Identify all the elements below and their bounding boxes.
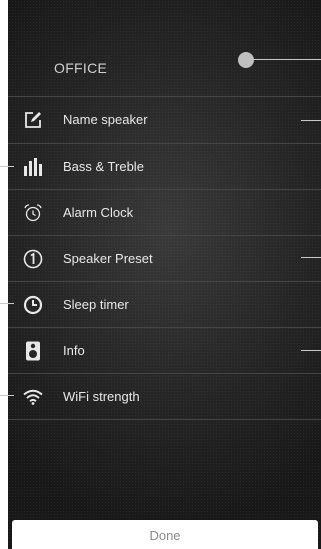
menu-item-bass-treble[interactable]: Bass & Treble [8, 144, 321, 190]
menu-item-sleep-timer[interactable]: Sleep timer [8, 282, 321, 328]
menu-item-label: Info [63, 343, 85, 358]
menu-item-label: Sleep timer [63, 297, 129, 312]
equalizer-icon [23, 157, 43, 177]
settings-screen: OFFICE Name speaker Bass & Treble Alarm … [0, 0, 321, 549]
clock-icon [23, 295, 43, 315]
callout-line [301, 120, 321, 121]
menu-item-label: Bass & Treble [63, 159, 144, 174]
preset-one-icon [23, 249, 43, 269]
menu-item-label: Speaker Preset [63, 251, 153, 266]
callout-line [250, 59, 321, 60]
menu-item-info[interactable]: Info [8, 328, 321, 374]
callout-line [301, 257, 321, 258]
menu-item-label: Alarm Clock [63, 205, 134, 220]
alarm-clock-icon [23, 203, 43, 223]
wifi-icon [23, 387, 43, 407]
edit-icon [23, 110, 43, 130]
menu-item-speaker-preset[interactable]: Speaker Preset [8, 236, 321, 282]
speaker-room-title: OFFICE [54, 60, 108, 76]
menu-item-wifi-strength[interactable]: WiFi strength [8, 374, 321, 420]
menu-item-alarm-clock[interactable]: Alarm Clock [8, 190, 321, 236]
menu-item-label: Name speaker [63, 112, 148, 127]
speaker-icon [23, 341, 43, 361]
menu-divider [8, 419, 321, 420]
done-button[interactable]: Done [12, 520, 318, 549]
callout-line [301, 350, 321, 351]
menu-item-name-speaker[interactable]: Name speaker [8, 97, 321, 143]
menu-item-label: WiFi strength [63, 389, 140, 404]
callout-dot [238, 52, 254, 68]
